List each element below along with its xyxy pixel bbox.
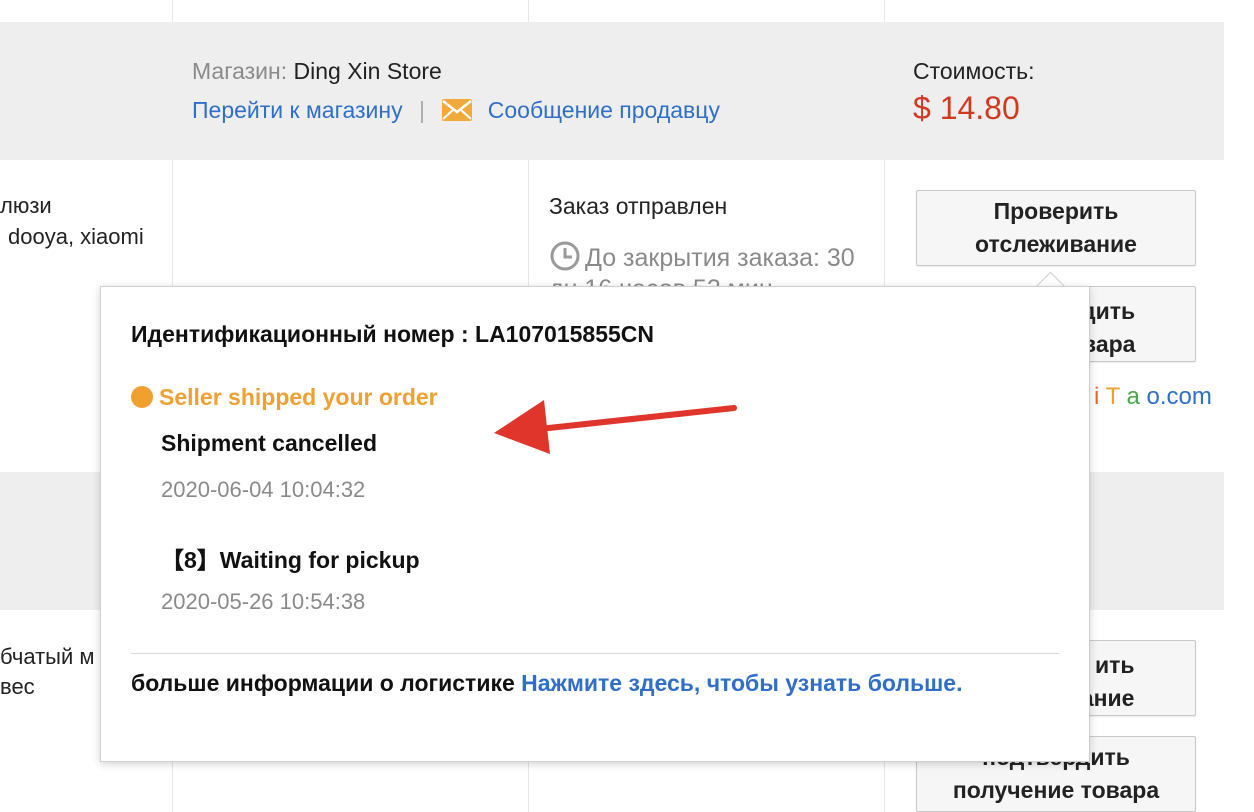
more-info-text: больше информации о логистике [131,670,515,696]
product-title-line[interactable]: бчатый м [0,644,95,670]
event-time: 2020-06-04 10:04:32 [161,477,366,502]
popup-divider [131,653,1059,654]
cost-value: $ 14.80 [913,90,1020,126]
product-title-line[interactable]: вес [0,674,35,700]
order-countdown: До закрытия заказа: 30 [549,240,855,279]
tracking-status-title: Seller shipped your order [159,384,438,410]
confirm-button-label: получение товара [952,777,1160,803]
tracking-popup: Идентификационный номер : LA107015855CN … [100,286,1090,762]
store-label: Магазин: [192,58,288,84]
link-separator: | [418,97,425,123]
goto-store-link[interactable]: Перейти к магазину [192,97,403,123]
annotation-arrow [494,400,737,454]
store-header-band [0,22,1224,160]
product-title-line[interactable]: люзи [0,193,52,219]
store-info: Магазин: Ding Xin Store [192,58,442,85]
more-info-link[interactable]: Нажмите здесь, чтобы узнать больше. [521,670,962,696]
message-seller-link[interactable]: Сообщение продавцу [488,97,720,123]
track-button-fragment: ить [1095,652,1135,678]
logo-letter: i [1094,383,1100,410]
product-title-line[interactable]: dooya, xiaomi [8,224,144,250]
countdown-text: До закрытия заказа: 30 [585,244,855,272]
store-links: Перейти к магазину | Сообщение продавцу [192,97,720,128]
tracking-status: Seller shipped your order [131,384,438,411]
event-title: 【8】Waiting for pickup [161,547,420,573]
cost-label: Стоимость: [913,58,1035,84]
store-name: Ding Xin Store [293,58,442,84]
logo-letter: .com [1159,383,1212,410]
tracking-id: Идентификационный номер : LA107015855CN [131,321,654,348]
status-dot-icon [131,386,153,408]
confirm-button-fragment: дить [1081,298,1136,324]
envelope-icon[interactable] [441,98,473,128]
tracking-id-label: Идентификационный номер : [131,321,469,347]
logo-letter: o [1146,383,1160,410]
check-tracking-button-label: Проверить отслеживание [975,198,1137,257]
event-title: Shipment cancelled [161,430,378,456]
order-status: Заказ отправлен [549,193,728,219]
check-tracking-button[interactable]: Проверить отслеживание [916,190,1196,266]
itao-logo[interactable]: i T a o.com [1094,383,1212,411]
tracking-id-value: LA107015855CN [475,321,655,347]
logo-letter: a [1126,383,1140,410]
clock-icon [549,240,581,279]
logo-letter: T [1105,383,1120,410]
more-info: больше информации о логистике Нажмите зд… [131,670,962,697]
event-time: 2020-05-26 10:54:38 [161,589,366,614]
